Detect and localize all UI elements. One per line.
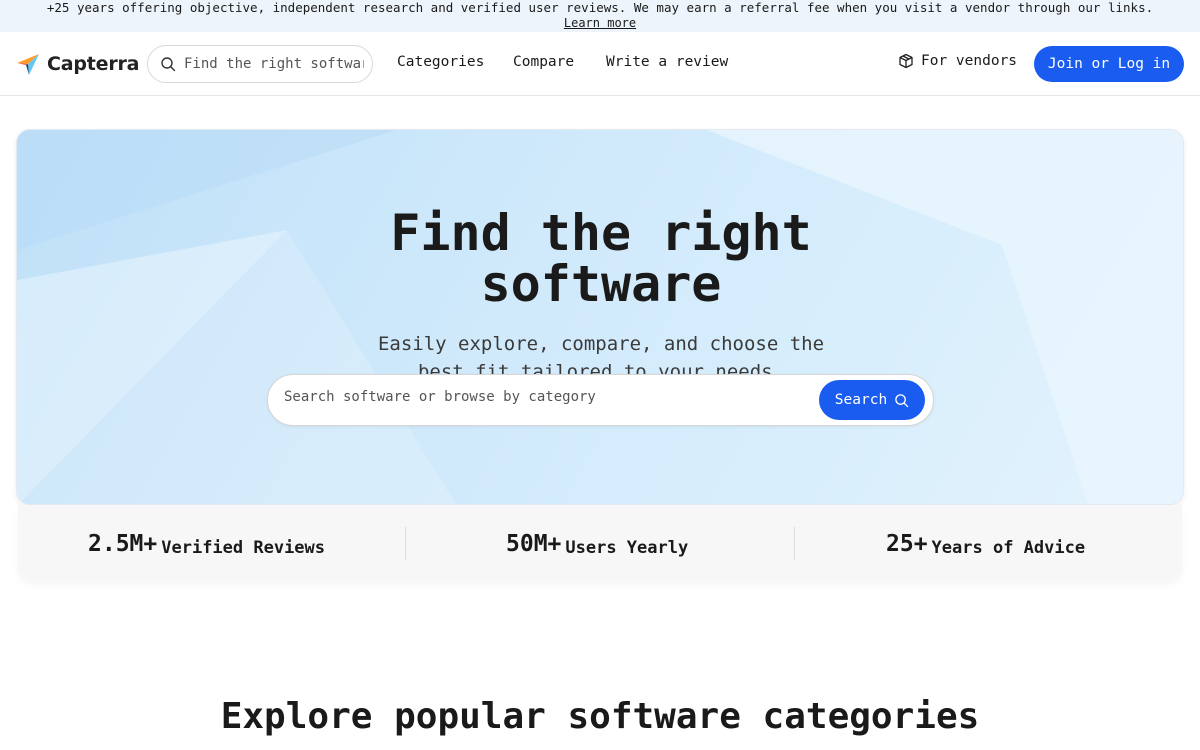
stat-number: 50M+	[506, 531, 562, 557]
join-or-login-button[interactable]: Join or Log in	[1034, 46, 1184, 82]
nav-link-compare[interactable]: Compare	[513, 54, 574, 70]
logo-text: Capterra	[47, 53, 140, 75]
nav-search-box[interactable]	[147, 45, 373, 83]
banner-text: +25 years offering objective, independen…	[46, 0, 1154, 15]
learn-more-link[interactable]: Learn more	[564, 16, 636, 31]
for-vendors-label: For vendors	[921, 53, 1018, 69]
search-button-label: Search	[834, 392, 888, 408]
hero-subtitle: Easily explore, compare, and choose the …	[377, 333, 825, 376]
stat-divider	[794, 527, 795, 560]
stat-item: 2.5M+ Verified Reviews	[88, 531, 325, 561]
stat-number: 2.5M+	[88, 531, 158, 557]
top-navigation: Capterra Categories Compare Write a revi…	[0, 32, 1200, 96]
stat-number: 25+	[886, 531, 928, 557]
nav-link-categories[interactable]: Categories	[397, 54, 484, 70]
info-banner: +25 years offering objective, independen…	[0, 0, 1200, 32]
hero-search-button[interactable]: Search	[819, 380, 925, 420]
nav-link-write-review[interactable]: Write a review	[606, 54, 728, 70]
stat-label: Users Yearly	[565, 538, 689, 558]
capterra-arrow-icon	[17, 54, 39, 75]
hero-background-shapes	[17, 130, 1183, 504]
stat-label: Years of Advice	[931, 538, 1086, 558]
stat-divider	[405, 527, 406, 560]
stat-label: Verified Reviews	[161, 538, 326, 558]
section-title: Explore popular software categories	[220, 696, 980, 737]
capterra-logo[interactable]: Capterra	[16, 51, 139, 77]
stats-bar: 2.5M+ Verified Reviews 50M+ Users Yearly…	[18, 505, 1182, 581]
search-icon	[161, 57, 176, 72]
stat-item: 25+ Years of Advice	[886, 531, 1085, 561]
hero-search-bar[interactable]: Search	[267, 374, 934, 426]
search-icon	[895, 393, 909, 407]
hero-search-input[interactable]	[284, 389, 804, 405]
hero-section: Find the right software Easily explore, …	[16, 129, 1184, 505]
for-vendors-link[interactable]: For vendors	[898, 53, 1017, 69]
hero-title: Find the right software	[390, 204, 812, 313]
nav-search-input[interactable]	[184, 56, 364, 72]
box-icon	[899, 53, 913, 69]
stat-item: 50M+ Users Yearly	[506, 531, 688, 561]
